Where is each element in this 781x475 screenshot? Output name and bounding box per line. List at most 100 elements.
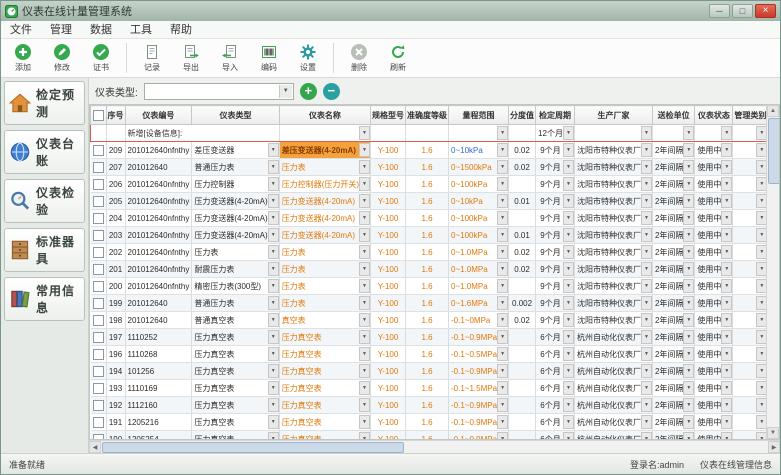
dropdown-arrow-icon[interactable]: ▼: [563, 177, 574, 191]
table-row[interactable]: 1901205254压力真空表▼压力真空表▼Y-1001.6-0.1~0.9MP…: [91, 431, 781, 441]
cell-maker[interactable]: 杭州自动化仪表厂▼: [574, 431, 652, 441]
dropdown-arrow-icon[interactable]: ▼: [268, 398, 279, 412]
row-checkbox[interactable]: [93, 281, 104, 292]
dropdown-arrow-icon[interactable]: ▼: [721, 126, 732, 140]
menu-item-manage[interactable]: 管理: [41, 22, 81, 38]
cell-model[interactable]: Y-100: [371, 278, 406, 295]
dropdown-arrow-icon[interactable]: ▼: [641, 398, 652, 412]
cell-accuracy[interactable]: 1.6: [406, 363, 449, 380]
cell-division[interactable]: [509, 210, 536, 227]
cell-unit[interactable]: 2年间隔▼: [652, 397, 694, 414]
cell-select[interactable]: [91, 210, 107, 227]
cell-select[interactable]: [91, 431, 107, 441]
cell-model[interactable]: Y-100: [371, 312, 406, 329]
cell-code[interactable]: 1205216: [125, 414, 192, 431]
cell-unit[interactable]: 2年间隔▼: [652, 261, 694, 278]
dropdown-arrow-icon[interactable]: ▼: [683, 398, 694, 412]
dropdown-arrow-icon[interactable]: ▼: [683, 177, 694, 191]
dropdown-arrow-icon[interactable]: ▼: [359, 364, 370, 378]
cell-category[interactable]: ▼: [733, 227, 768, 244]
dropdown-arrow-icon[interactable]: ▼: [721, 432, 732, 440]
cell-period[interactable]: 6个月▼: [536, 431, 575, 441]
cell-category[interactable]: ▼: [733, 278, 768, 295]
cell-maker[interactable]: 杭州自动化仪表厂▼: [574, 380, 652, 397]
dropdown-arrow-icon[interactable]: ▼: [641, 245, 652, 259]
cell-code[interactable]: 1110252: [125, 329, 192, 346]
dropdown-arrow-icon[interactable]: ▼: [359, 296, 370, 310]
dropdown-arrow-icon[interactable]: ▼: [683, 381, 694, 395]
dropdown-arrow-icon[interactable]: ▼: [497, 245, 508, 259]
cell-maker[interactable]: 沈阳市特种仪表厂▼: [574, 142, 652, 159]
row-checkbox[interactable]: [93, 417, 104, 428]
table-row[interactable]: 202201012640nfnthy压力表▼压力表▼Y-1001.60~1.0M…: [91, 244, 781, 261]
collapse-filter-button[interactable]: −: [323, 83, 340, 100]
cell-period[interactable]: 9个月▼: [536, 244, 575, 261]
dropdown-arrow-icon[interactable]: ▼: [497, 279, 508, 293]
cell-type[interactable]: 普通真空表▼: [192, 312, 279, 329]
cell-type[interactable]: 压力真空表▼: [192, 380, 279, 397]
cell-period[interactable]: 9个月▼: [536, 210, 575, 227]
cell-period[interactable]: 9个月▼: [536, 159, 575, 176]
dropdown-arrow-icon[interactable]: ▼: [721, 143, 732, 157]
dropdown-arrow-icon[interactable]: ▼: [268, 330, 279, 344]
dropdown-arrow-icon[interactable]: ▼: [683, 364, 694, 378]
cell-status[interactable]: 使用中▼: [695, 193, 733, 210]
cell-select[interactable]: [91, 346, 107, 363]
cell-range[interactable]: -0.1~0.9MPa▼: [449, 431, 509, 441]
dropdown-arrow-icon[interactable]: ▼: [563, 381, 574, 395]
row-checkbox[interactable]: [93, 196, 104, 207]
dropdown-arrow-icon[interactable]: ▼: [268, 228, 279, 242]
dropdown-arrow-icon[interactable]: ▼: [721, 177, 732, 191]
cell-division[interactable]: 0.02: [509, 244, 536, 261]
cell-period[interactable]: 9个月▼: [536, 278, 575, 295]
cell-seq[interactable]: 207: [106, 159, 125, 176]
cell-code[interactable]: 201012640nfnthy: [125, 176, 192, 193]
cell-maker[interactable]: 杭州自动化仪表厂▼: [574, 329, 652, 346]
cell-accuracy[interactable]: 1.6: [406, 210, 449, 227]
cell-division[interactable]: [509, 278, 536, 295]
cell-maker[interactable]: 杭州自动化仪表厂▼: [574, 363, 652, 380]
cell-code[interactable]: 201012640nfnthy: [125, 278, 192, 295]
row-checkbox[interactable]: [93, 162, 104, 173]
cell-model[interactable]: Y-100: [371, 329, 406, 346]
dropdown-arrow-icon[interactable]: ▼: [359, 160, 370, 174]
table-row[interactable]: 200201012640nfnthy精密压力表(300型)▼压力表▼Y-1001…: [91, 278, 781, 295]
cell-seq[interactable]: 209: [106, 142, 125, 159]
dropdown-arrow-icon[interactable]: ▼: [268, 160, 279, 174]
sidebar-item-common-info[interactable]: 常用信息: [4, 277, 85, 321]
row-checkbox[interactable]: [93, 315, 104, 326]
dropdown-arrow-icon[interactable]: ▼: [359, 143, 370, 157]
maximize-button[interactable]: □: [732, 4, 753, 18]
dropdown-arrow-icon[interactable]: ▼: [641, 228, 652, 242]
cell-status[interactable]: 使用中▼: [695, 431, 733, 441]
column-header[interactable]: 仪表类型: [192, 106, 279, 125]
dropdown-arrow-icon[interactable]: ▼: [268, 313, 279, 327]
table-row[interactable]: 201201012640nfnthy耐震压力表▼压力表▼Y-1001.60~1.…: [91, 261, 781, 278]
cell-type[interactable]: 精密压力表(300型)▼: [192, 278, 279, 295]
cell-period[interactable]: 9个月▼: [536, 312, 575, 329]
dropdown-arrow-icon[interactable]: ▼: [359, 398, 370, 412]
cell-status[interactable]: 使用中▼: [695, 397, 733, 414]
import-button[interactable]: 导入: [214, 43, 246, 73]
cell-type[interactable]: 压力变送器(4-20mA)▼: [192, 227, 279, 244]
cell-range[interactable]: 0~1.6MPa▼: [449, 295, 509, 312]
cell-select[interactable]: [91, 363, 107, 380]
dropdown-arrow-icon[interactable]: ▼: [683, 415, 694, 429]
cell-name[interactable]: 压力真空表▼: [279, 363, 370, 380]
dropdown-arrow-icon[interactable]: ▼: [268, 262, 279, 276]
cell-status[interactable]: 使用中▼: [695, 227, 733, 244]
record-button[interactable]: 记录: [136, 43, 168, 73]
dropdown-arrow-icon[interactable]: ▼: [721, 398, 732, 412]
cell-seq[interactable]: 197: [106, 329, 125, 346]
cell-select[interactable]: [91, 380, 107, 397]
cell-code[interactable]: 201012640nfnthy: [125, 244, 192, 261]
cell-select[interactable]: [91, 193, 107, 210]
cell-seq[interactable]: 203: [106, 227, 125, 244]
cell-type[interactable]: 压力真空表▼: [192, 363, 279, 380]
table-row[interactable]: 207201012640普通压力表▼压力表▼Y-1001.60~1500kPa▼…: [91, 159, 781, 176]
cell-category[interactable]: ▼: [733, 312, 768, 329]
sidebar-item-standards[interactable]: 标准器具: [4, 228, 85, 272]
cell-name[interactable]: 压力控制器(压力开关)▼: [279, 176, 370, 193]
close-button[interactable]: ×: [755, 4, 776, 18]
cell-name[interactable]: 压力表▼: [279, 261, 370, 278]
